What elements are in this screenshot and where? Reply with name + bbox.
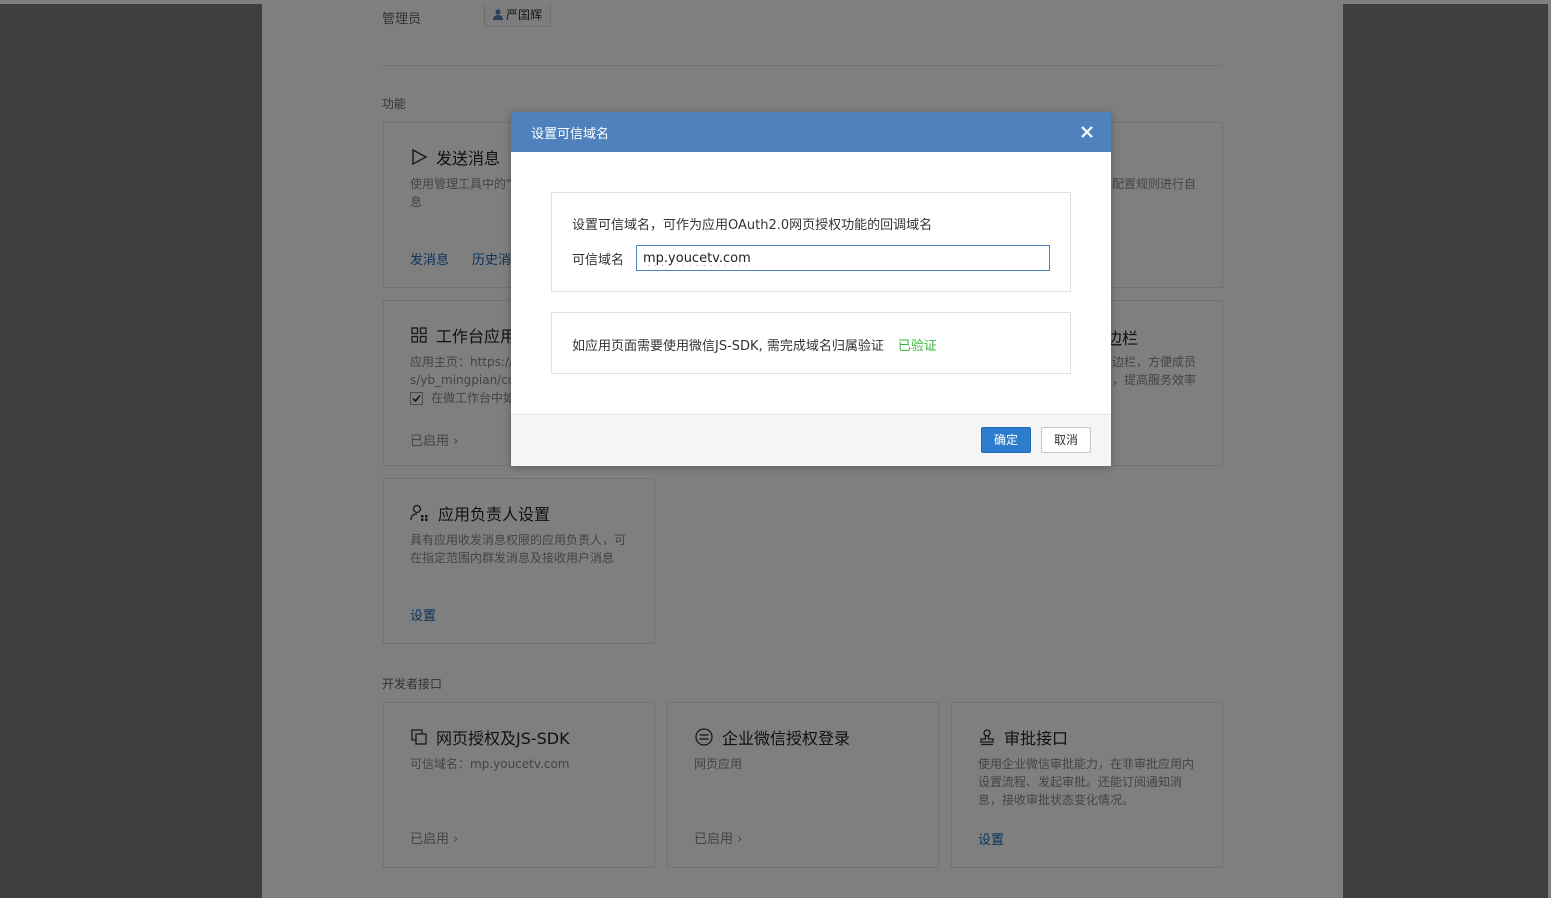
- domain-settings-box: 设置可信域名，可作为应用OAuth2.0网页授权功能的回调域名 可信域名: [551, 192, 1071, 292]
- dialog-footer: 确定 取消: [511, 414, 1111, 466]
- jssdk-verify-box: 如应用页面需要使用微信JS-SDK, 需完成域名归属验证 已验证: [551, 312, 1071, 374]
- jssdk-note-text: 如应用页面需要使用微信JS-SDK, 需完成域名归属验证: [572, 339, 884, 354]
- dialog-header: 设置可信域名: [511, 112, 1111, 152]
- domain-field-label: 可信域名: [572, 253, 625, 268]
- close-icon[interactable]: [1077, 122, 1097, 142]
- trusted-domain-input[interactable]: [636, 245, 1050, 271]
- jssdk-note: 如应用页面需要使用微信JS-SDK, 需完成域名归属验证 已验证: [572, 335, 937, 354]
- confirm-button[interactable]: 确定: [981, 427, 1031, 453]
- verified-status: 已验证: [897, 339, 937, 354]
- trusted-domain-dialog: 设置可信域名 设置可信域名，可作为应用OAuth2.0网页授权功能的回调域名 可…: [511, 112, 1111, 466]
- cancel-button[interactable]: 取消: [1041, 427, 1091, 453]
- domain-intro-text: 设置可信域名，可作为应用OAuth2.0网页授权功能的回调域名: [572, 218, 933, 233]
- dialog-title: 设置可信域名: [531, 127, 610, 142]
